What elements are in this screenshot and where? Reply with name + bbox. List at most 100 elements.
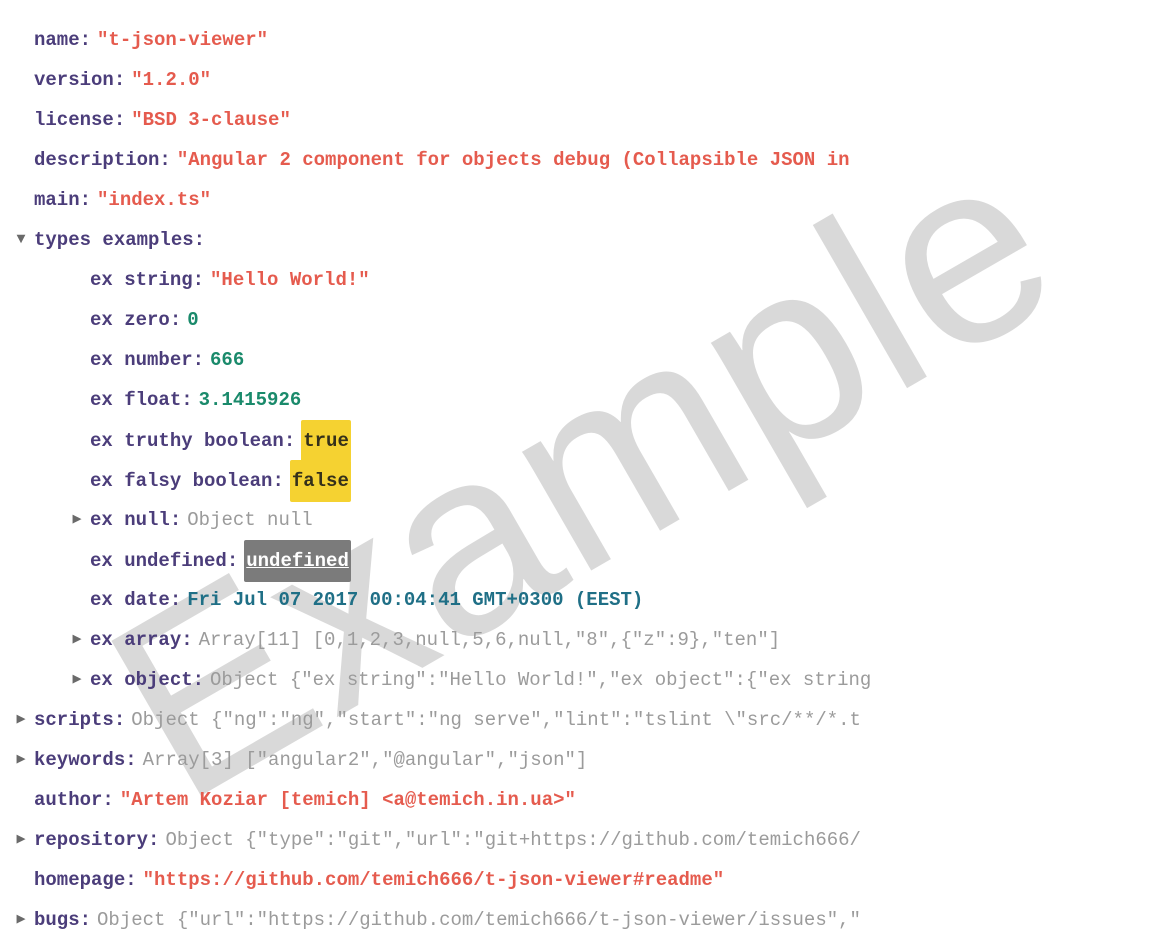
- key-ex-float: ex float: [90, 380, 181, 420]
- chevron-right-icon[interactable]: ▶: [11, 740, 31, 780]
- chevron-down-icon[interactable]: ▼: [11, 220, 31, 260]
- colon: :: [114, 100, 125, 140]
- value-ex-object: Object {"ex string":"Hello World!","ex o…: [210, 660, 871, 700]
- value-ex-date: Fri Jul 07 2017 00:04:41 GMT+0300 (EEST): [187, 580, 643, 620]
- value-homepage: "https://github.com/temich666/t-json-vie…: [143, 860, 725, 900]
- key-ex-falsy: ex falsy boolean: [90, 461, 272, 501]
- colon: :: [80, 180, 91, 220]
- colon: :: [80, 900, 91, 940]
- value-ex-zero: 0: [187, 300, 198, 340]
- row-license: license: "BSD 3-clause": [0, 100, 1164, 140]
- key-name: name: [34, 20, 80, 60]
- key-repository: repository: [34, 820, 148, 860]
- row-scripts[interactable]: ▶ scripts: Object {"ng":"ng","start":"ng…: [0, 700, 1164, 740]
- value-ex-falsy: false: [290, 460, 351, 502]
- value-name: "t-json-viewer": [97, 20, 268, 60]
- value-repository: Object {"type":"git","url":"git+https://…: [165, 820, 861, 860]
- chevron-right-icon[interactable]: ▶: [11, 820, 31, 860]
- row-ex-truthy: ex truthy boolean: true: [0, 420, 1164, 460]
- row-ex-falsy: ex falsy boolean: false: [0, 460, 1164, 500]
- colon: :: [125, 860, 136, 900]
- value-ex-number: 666: [210, 340, 244, 380]
- value-bugs: Object {"url":"https://github.com/temich…: [97, 900, 861, 940]
- colon: :: [102, 780, 113, 820]
- value-ex-array: Array[11] [0,1,2,3,null,5,6,null,"8",{"z…: [199, 620, 781, 660]
- key-description: description: [34, 140, 159, 180]
- row-ex-undefined: ex undefined: undefined: [0, 540, 1164, 580]
- key-homepage: homepage: [34, 860, 125, 900]
- value-main: "index.ts": [97, 180, 211, 220]
- chevron-right-icon[interactable]: ▶: [11, 900, 31, 940]
- value-ex-string: "Hello World!": [210, 260, 370, 300]
- value-description: "Angular 2 component for objects debug (…: [177, 140, 850, 180]
- colon: :: [170, 580, 181, 620]
- key-license: license: [34, 100, 114, 140]
- value-version: "1.2.0": [131, 60, 211, 100]
- row-ex-float: ex float: 3.1415926: [0, 380, 1164, 420]
- row-bugs[interactable]: ▶ bugs: Object {"url":"https://github.co…: [0, 900, 1164, 940]
- row-version: version: "1.2.0": [0, 60, 1164, 100]
- value-author: "Artem Koziar [temich] <a@temich.in.ua>": [120, 780, 576, 820]
- value-ex-float: 3.1415926: [199, 380, 302, 420]
- key-version: version: [34, 60, 114, 100]
- row-description: description: "Angular 2 component for ob…: [0, 140, 1164, 180]
- row-ex-zero: ex zero: 0: [0, 300, 1164, 340]
- row-ex-string: ex string: "Hello World!": [0, 260, 1164, 300]
- key-types-examples: types examples: [34, 220, 194, 260]
- key-ex-truthy: ex truthy boolean: [90, 421, 284, 461]
- key-ex-array: ex array: [90, 620, 181, 660]
- key-ex-string: ex string: [90, 260, 193, 300]
- key-author: author: [34, 780, 102, 820]
- colon: :: [114, 60, 125, 100]
- row-homepage: homepage: "https://github.com/temich666/…: [0, 860, 1164, 900]
- value-ex-truthy: true: [301, 420, 351, 462]
- row-ex-object[interactable]: ▶ ex object: Object {"ex string":"Hello …: [0, 660, 1164, 700]
- colon: :: [181, 380, 192, 420]
- row-author: author: "Artem Koziar [temich] <a@temich…: [0, 780, 1164, 820]
- colon: :: [148, 820, 159, 860]
- colon: :: [125, 740, 136, 780]
- key-keywords: keywords: [34, 740, 125, 780]
- colon: :: [193, 660, 204, 700]
- row-name: name: "t-json-viewer": [0, 20, 1164, 60]
- row-ex-array[interactable]: ▶ ex array: Array[11] [0,1,2,3,null,5,6,…: [0, 620, 1164, 660]
- chevron-right-icon[interactable]: ▶: [11, 700, 31, 740]
- value-ex-null: Object null: [187, 500, 312, 540]
- chevron-right-icon[interactable]: ▶: [67, 620, 87, 660]
- key-main: main: [34, 180, 80, 220]
- colon: :: [114, 700, 125, 740]
- row-repository[interactable]: ▶ repository: Object {"type":"git","url"…: [0, 820, 1164, 860]
- key-scripts: scripts: [34, 700, 114, 740]
- colon: :: [80, 20, 91, 60]
- colon: :: [159, 140, 170, 180]
- value-scripts: Object {"ng":"ng","start":"ng serve","li…: [131, 700, 861, 740]
- key-ex-undefined: ex undefined: [90, 541, 227, 581]
- value-license: "BSD 3-clause": [131, 100, 291, 140]
- key-ex-object: ex object: [90, 660, 193, 700]
- chevron-right-icon[interactable]: ▶: [67, 660, 87, 700]
- row-types-examples[interactable]: ▼ types examples:: [0, 220, 1164, 260]
- key-ex-number: ex number: [90, 340, 193, 380]
- colon: :: [170, 500, 181, 540]
- colon: :: [284, 421, 295, 461]
- value-ex-undefined: undefined: [244, 540, 351, 582]
- key-ex-zero: ex zero: [90, 300, 170, 340]
- colon: :: [272, 461, 283, 501]
- row-ex-null[interactable]: ▶ ex null: Object null: [0, 500, 1164, 540]
- row-ex-date: ex date: Fri Jul 07 2017 00:04:41 GMT+03…: [0, 580, 1164, 620]
- key-ex-date: ex date: [90, 580, 170, 620]
- colon: :: [170, 300, 181, 340]
- key-ex-null: ex null: [90, 500, 170, 540]
- row-ex-number: ex number: 666: [0, 340, 1164, 380]
- colon: :: [181, 620, 192, 660]
- colon: :: [194, 220, 205, 260]
- colon: :: [227, 541, 238, 581]
- row-keywords[interactable]: ▶ keywords: Array[3] ["angular2","@angul…: [0, 740, 1164, 780]
- json-tree: name: "t-json-viewer" version: "1.2.0" l…: [0, 20, 1164, 940]
- colon: :: [193, 260, 204, 300]
- value-keywords: Array[3] ["angular2","@angular","json"]: [143, 740, 588, 780]
- row-main: main: "index.ts": [0, 180, 1164, 220]
- chevron-right-icon[interactable]: ▶: [67, 500, 87, 540]
- key-bugs: bugs: [34, 900, 80, 940]
- colon: :: [193, 340, 204, 380]
